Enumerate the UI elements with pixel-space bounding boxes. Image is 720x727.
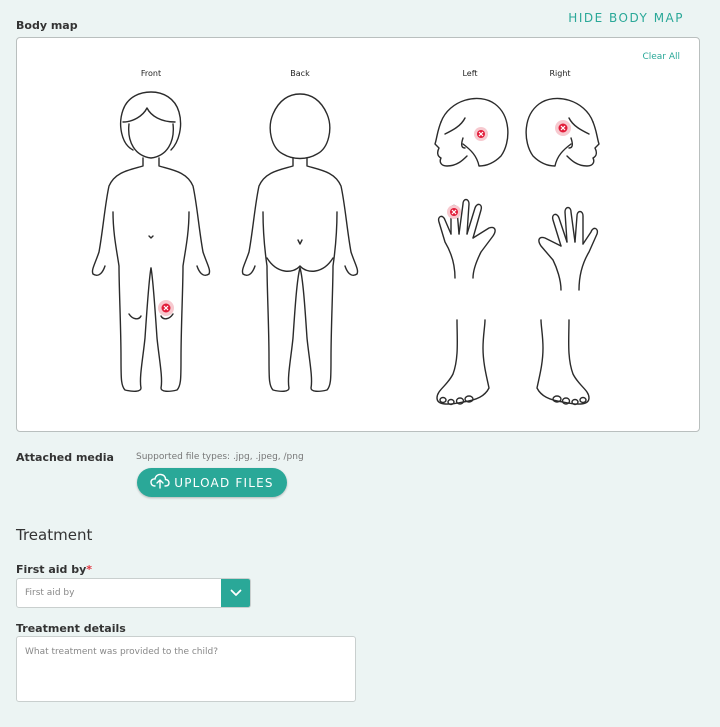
first-aid-by-label: First aid by* (16, 563, 92, 576)
right-foot-figure[interactable] (536, 319, 590, 406)
chevron-down-icon (230, 589, 241, 596)
back-body-figure[interactable] (241, 93, 359, 393)
left-head-figure[interactable] (434, 97, 509, 167)
cloud-upload-icon (150, 473, 170, 492)
front-body-figure[interactable] (91, 91, 211, 393)
injury-marker-front-knee[interactable] (158, 300, 174, 316)
injury-marker-left-head[interactable] (474, 127, 488, 141)
upload-files-label: UPLOAD FILES (174, 475, 274, 490)
right-hand-figure[interactable] (538, 206, 599, 291)
body-map-panel[interactable]: Clear All Front Back Left Right (16, 37, 700, 432)
treatment-heading: Treatment (16, 526, 93, 544)
first-aid-by-placeholder: First aid by (25, 588, 75, 598)
treatment-details-textarea[interactable] (16, 636, 356, 702)
left-foot-figure[interactable] (436, 319, 490, 406)
upload-files-button[interactable]: UPLOAD FILES (137, 468, 287, 497)
hide-body-map-link[interactable]: HIDE BODY MAP (568, 11, 684, 25)
injury-marker-left-finger[interactable] (447, 205, 461, 219)
first-aid-by-select[interactable]: First aid by (16, 578, 251, 608)
first-aid-by-label-text: First aid by (16, 563, 87, 576)
treatment-details-label: Treatment details (16, 622, 126, 635)
injury-marker-right-head[interactable] (555, 120, 571, 136)
supported-file-types-text: Supported file types: .jpg, .jpeg, /png (136, 452, 304, 462)
first-aid-dropdown-toggle[interactable] (221, 579, 250, 607)
body-map-label: Body map (16, 19, 78, 32)
required-asterisk: * (86, 563, 93, 576)
attached-media-label: Attached media (16, 451, 114, 464)
